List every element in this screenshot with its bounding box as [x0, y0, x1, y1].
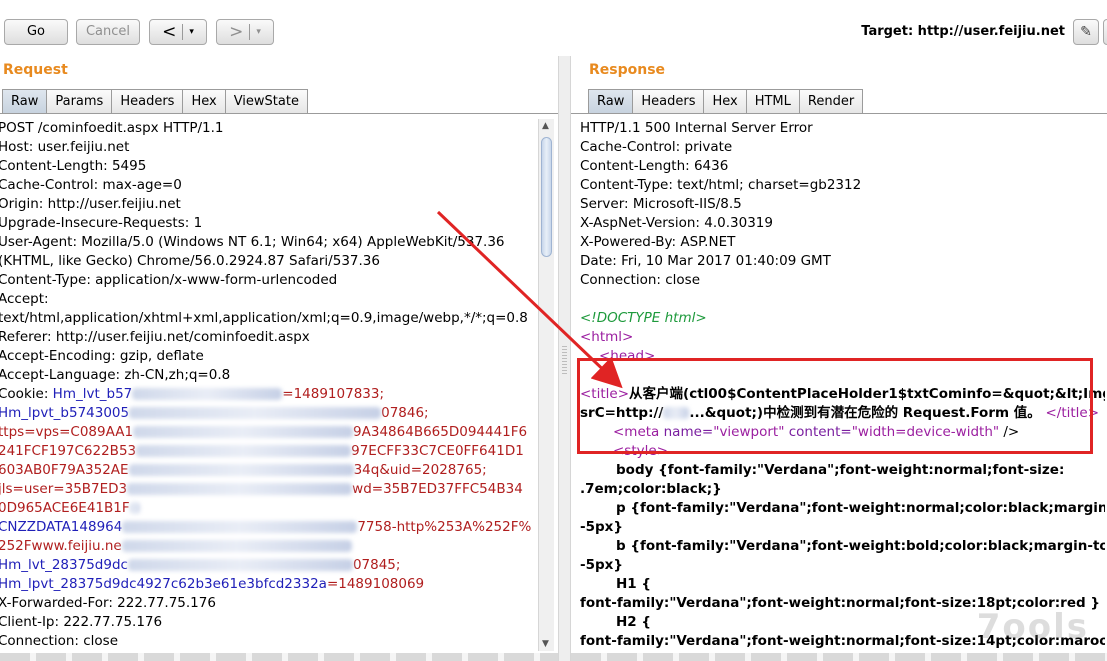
annotation-arrow-icon — [436, 210, 623, 389]
watermark-logo: 7ools — [976, 607, 1089, 647]
